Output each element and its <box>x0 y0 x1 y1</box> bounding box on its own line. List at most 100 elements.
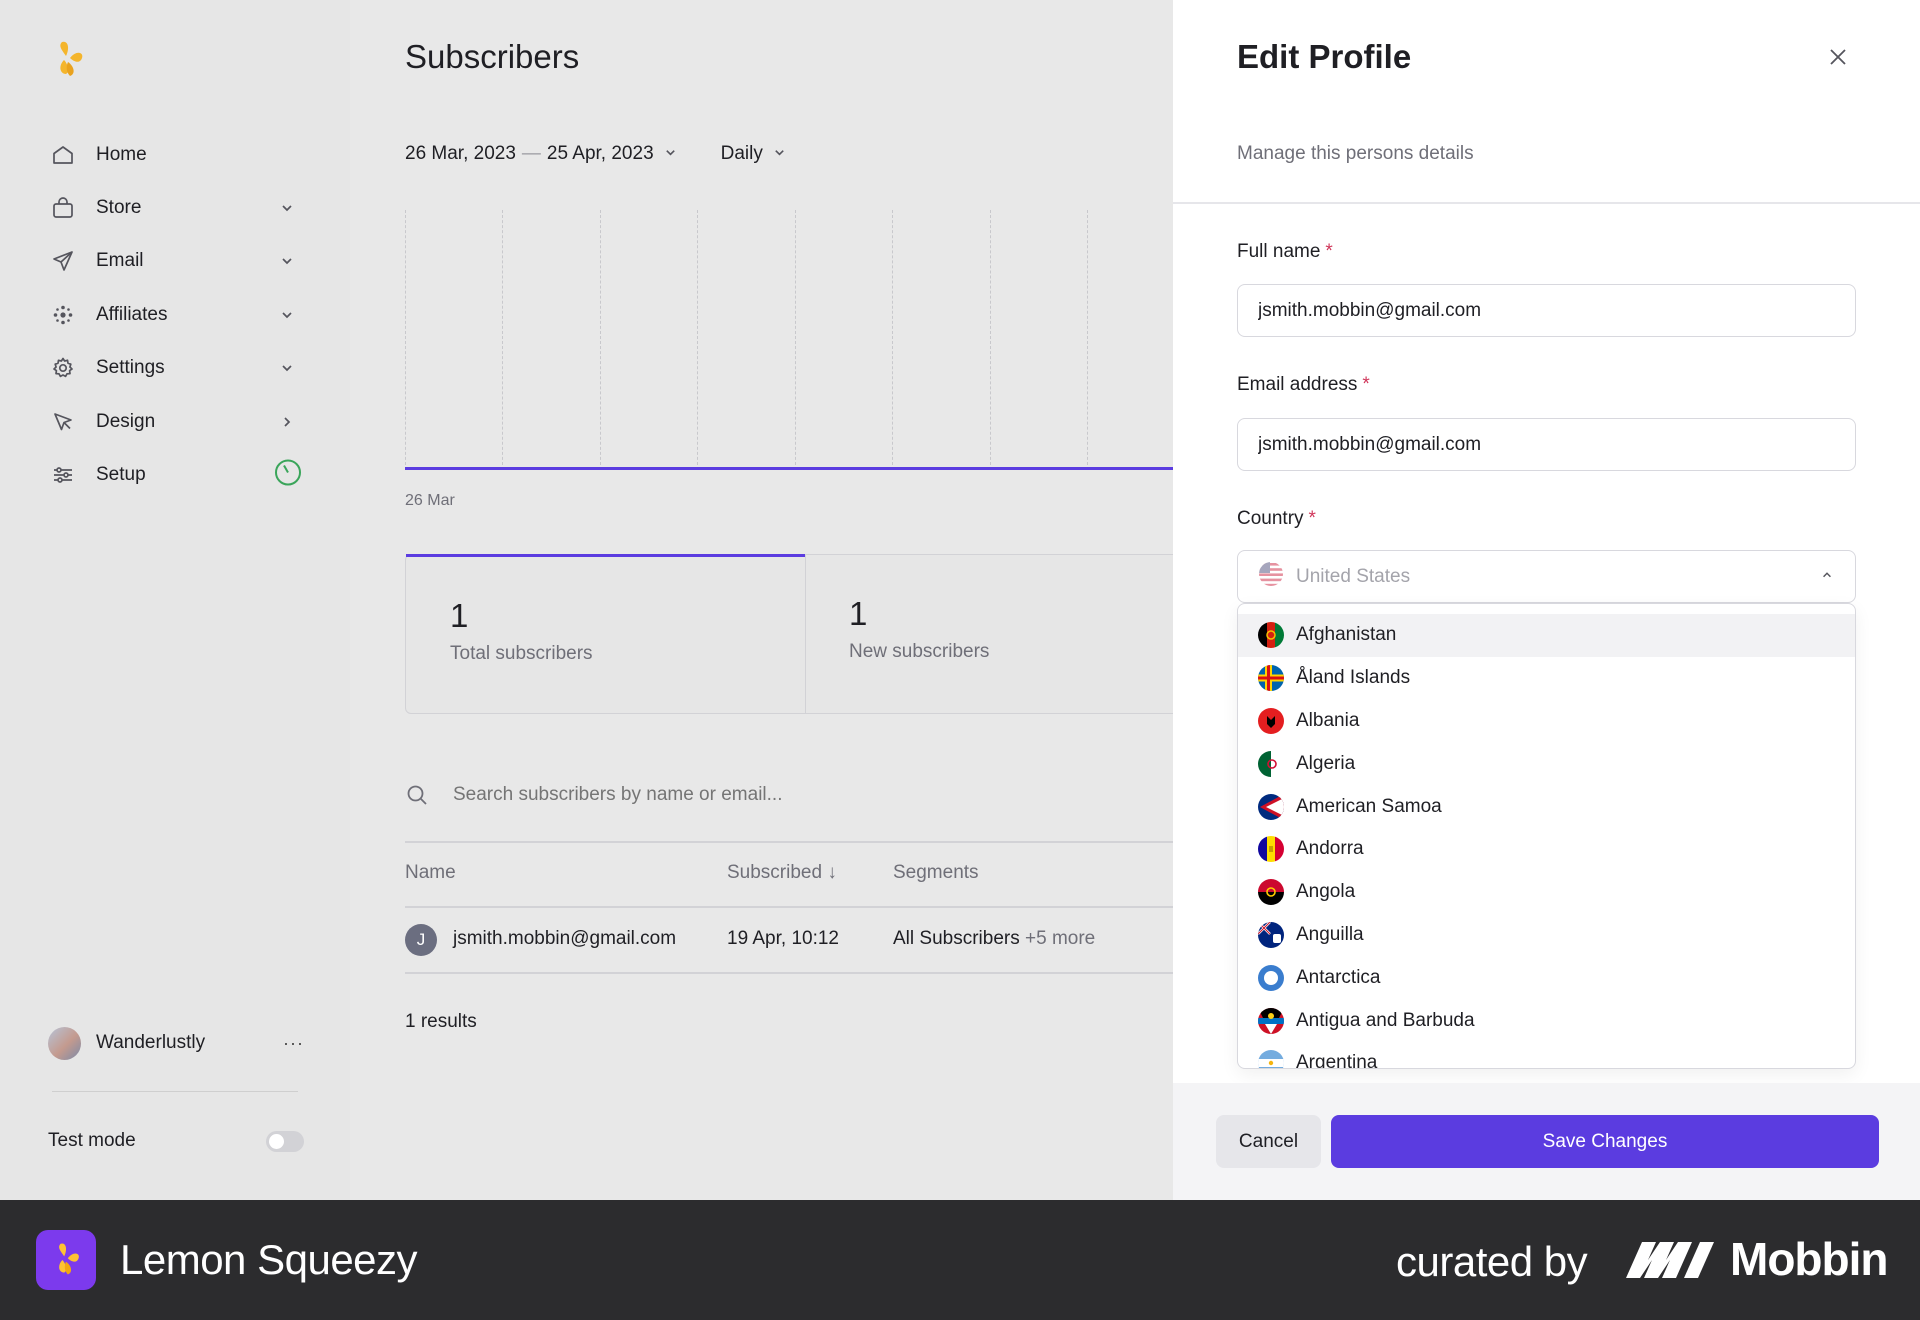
chevron-down-icon <box>773 143 786 165</box>
grid-line <box>892 210 893 470</box>
stat-value: 1 <box>849 595 868 632</box>
country-option[interactable]: American Samoa <box>1238 785 1855 828</box>
affiliates-icon <box>48 300 78 330</box>
stat-total-subscribers[interactable]: 1 Total subscribers <box>406 553 805 714</box>
country-label: Country * <box>1237 508 1316 530</box>
table-header: Name Subscribed ↓ Segments <box>405 862 1173 888</box>
subscribers-chart <box>405 210 1173 470</box>
search-input[interactable] <box>453 784 1053 806</box>
segments-more-link[interactable]: +5 more <box>1025 928 1095 949</box>
column-header-subscribed[interactable]: Subscribed ↓ <box>727 862 837 884</box>
sidebar: Home Store Email Affiliates Settings Des… <box>0 0 350 1200</box>
column-header-segments[interactable]: Segments <box>893 862 979 884</box>
more-options-icon[interactable]: ··· <box>283 1033 304 1054</box>
sidebar-divider <box>52 1091 298 1092</box>
cancel-button[interactable]: Cancel <box>1216 1115 1321 1168</box>
stat-label: Total subscribers <box>450 642 593 664</box>
required-mark: * <box>1308 508 1316 529</box>
bag-icon <box>48 193 78 223</box>
curated-by-text: curated by <box>1396 1238 1588 1285</box>
avatar: J <box>405 924 437 956</box>
country-option[interactable]: Antigua and Barbuda <box>1238 999 1855 1042</box>
country-select[interactable]: United States <box>1237 550 1856 603</box>
main-content: Subscribers 26 Mar, 2023 — 25 Apr, 2023 … <box>350 0 1173 1200</box>
country-option[interactable]: Albania <box>1238 700 1855 743</box>
stats-panel: 1 Total subscribers 1 New subscribers <box>405 553 1173 714</box>
sidebar-item-settings[interactable]: Settings <box>48 342 304 395</box>
grid-line <box>600 210 601 470</box>
antigua-flag-icon <box>1258 1007 1284 1034</box>
segment-name: All Subscribers <box>893 928 1020 949</box>
angola-flag-icon <box>1258 879 1284 906</box>
country-option[interactable]: Argentina <box>1238 1042 1855 1069</box>
afghanistan-flag-icon <box>1258 622 1284 649</box>
full-name-field[interactable] <box>1237 284 1856 337</box>
albania-flag-icon <box>1258 707 1284 734</box>
divider <box>405 972 1173 974</box>
app-name: Lemon Squeezy <box>120 1236 418 1283</box>
save-changes-button[interactable]: Save Changes <box>1331 1115 1879 1168</box>
american-samoa-flag-icon <box>1258 793 1284 820</box>
results-count: 1 results <box>405 1011 477 1032</box>
sidebar-item-label: Design <box>96 410 156 432</box>
country-option-label: Algeria <box>1296 752 1356 774</box>
country-option[interactable]: Angola <box>1238 871 1855 914</box>
stat-label: New subscribers <box>849 641 990 662</box>
chevron-right-icon[interactable] <box>278 413 296 431</box>
table-row[interactable]: J jsmith.mobbin@gmail.com 19 Apr, 10:12 … <box>405 924 1173 956</box>
grid-line <box>795 210 796 470</box>
country-option-label: Anguilla <box>1296 923 1364 945</box>
country-option[interactable]: Andorra <box>1238 828 1855 871</box>
sidebar-item-store[interactable]: Store <box>48 181 304 234</box>
close-icon[interactable] <box>1827 46 1849 68</box>
sidebar-item-setup[interactable]: Setup <box>48 448 304 501</box>
drawer-title: Edit Profile <box>1237 38 1412 75</box>
mobbin-logo-icon <box>1626 1238 1716 1287</box>
chart-x-label: 26 Mar <box>405 492 455 509</box>
email-field[interactable] <box>1237 418 1856 471</box>
country-option-label: Argentina <box>1296 1052 1378 1069</box>
andorra-flag-icon <box>1258 836 1284 863</box>
chevron-down-icon[interactable] <box>278 306 296 324</box>
brand-bar: Lemon Squeezy curated by Mobbin <box>0 1200 1920 1320</box>
lemon-squeezy-logo-icon <box>36 1230 96 1290</box>
required-mark: * <box>1325 241 1333 262</box>
interval-select[interactable]: Daily <box>721 143 786 165</box>
chevron-up-icon <box>1821 568 1833 586</box>
country-option[interactable]: Afghanistan <box>1238 614 1855 657</box>
date-range-picker[interactable]: 26 Mar, 2023 — 25 Apr, 2023 <box>405 143 721 165</box>
test-mode-row: Test mode <box>48 1128 304 1154</box>
argentina-flag-icon <box>1258 1050 1284 1068</box>
subscriber-email: jsmith.mobbin@gmail.com <box>453 928 677 949</box>
sidebar-item-affiliates[interactable]: Affiliates <box>48 288 304 341</box>
stat-new-subscribers[interactable]: 1 New subscribers <box>805 555 1173 713</box>
sidebar-item-label: Home <box>96 143 147 165</box>
gear-icon <box>48 353 78 383</box>
lemon-logo-icon[interactable] <box>48 38 88 82</box>
grid-line <box>502 210 503 470</box>
chart-series-line <box>405 467 1173 470</box>
country-option[interactable]: Antarctica <box>1238 956 1855 999</box>
chevron-down-icon[interactable] <box>278 359 296 377</box>
drawer-subtitle: Manage this persons details <box>1237 143 1474 164</box>
anguilla-flag-icon <box>1258 921 1284 948</box>
test-mode-toggle[interactable] <box>266 1131 304 1152</box>
interval-value: Daily <box>720 143 763 164</box>
country-option-label: Angola <box>1296 881 1356 903</box>
chevron-down-icon[interactable] <box>278 199 296 217</box>
country-option-label: Albania <box>1296 709 1360 731</box>
full-name-label-text: Full name <box>1237 241 1321 262</box>
sidebar-item-home[interactable]: Home <box>48 128 304 181</box>
country-option[interactable]: Åland Islands <box>1238 657 1855 700</box>
country-option[interactable]: Anguilla <box>1238 914 1855 957</box>
home-icon <box>48 140 78 170</box>
segments-cell: All Subscribers +5 more <box>893 928 1095 950</box>
user-menu[interactable]: Wanderlustly ··· <box>48 1026 304 1060</box>
country-option[interactable]: Algeria <box>1238 742 1855 785</box>
sidebar-item-design[interactable]: Design <box>48 395 304 448</box>
sidebar-item-email[interactable]: Email <box>48 235 304 288</box>
chevron-down-icon[interactable] <box>278 252 296 270</box>
date-start: 26 Mar, 2023 <box>405 143 516 164</box>
column-header-name[interactable]: Name <box>405 862 456 884</box>
page-title: Subscribers <box>405 38 580 75</box>
